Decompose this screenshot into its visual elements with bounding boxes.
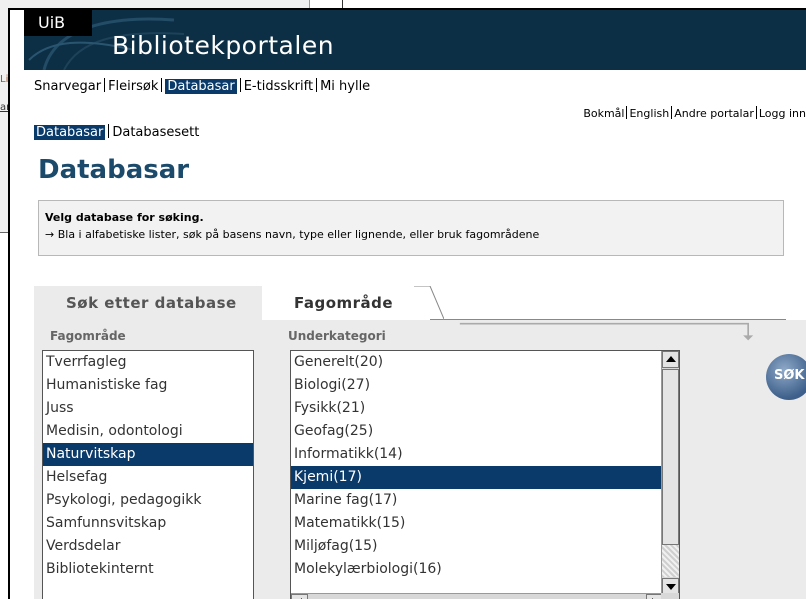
subject-option-humanistiske-fag[interactable]: Humanistiske fag (43, 374, 253, 397)
nav-separator (161, 78, 163, 92)
subcategory-option-matematikk-15[interactable]: Matematikk(15) (291, 512, 679, 535)
sub-nav: Databasar Databasesett (34, 124, 199, 140)
nav-separator (239, 78, 241, 92)
main-nav: Snarvegar Fleirsøk Databasar E-tidsskrift Mi… (34, 78, 370, 94)
subcategory-option-kjemi-17[interactable]: Kjemi(17) (291, 466, 679, 489)
subcategory-option-informatikk-14[interactable]: Informatikk(14) (291, 443, 679, 466)
nav-snarvegar[interactable]: Snarvegar (34, 79, 101, 94)
subject-option-verdsdelar[interactable]: Verdsdelar (43, 535, 253, 558)
subcategory-option-generelt-20[interactable]: Generelt(20) (291, 351, 679, 374)
subcategory-listbox[interactable]: Generelt(20) Biologi(27) Fysikk(21) Geofag(… (290, 350, 680, 599)
nav-separator (671, 106, 673, 119)
subject-option-medisin-odontologi[interactable]: Medisin, odontologi (43, 420, 253, 443)
nav-separator (104, 78, 106, 92)
subject-option-helsefag[interactable]: Helsefag (43, 466, 253, 489)
nav-mi-hylle[interactable]: Mi hylle (320, 79, 370, 94)
subcategory-label: Underkategori (288, 329, 386, 343)
info-box: Velg database for søking. → Bla i alfabe… (38, 200, 784, 256)
vertical-scrollbar[interactable] (661, 351, 679, 595)
subcategory-option-biologi-27[interactable]: Biologi(27) (291, 374, 679, 397)
subcategory-option-molekylærbiologi-16[interactable]: Molekylærbiologi(16) (291, 558, 679, 581)
scrollbar-corner (661, 593, 679, 599)
scroll-left-button[interactable] (291, 594, 308, 599)
info-heading: Velg database for søking. (45, 211, 204, 224)
search-arrow-line (459, 322, 754, 341)
subcategory-option-geofag-25[interactable]: Geofag(25) (291, 420, 679, 443)
portal-banner: UiB Bibliotekportalen (24, 10, 806, 70)
subcategory-option-miljøfag-15[interactable]: Miljøfag(15) (291, 535, 679, 558)
tab-subject-label: Fagområde (294, 294, 394, 312)
nav-e-tidsskrift[interactable]: E-tidsskrift (244, 79, 313, 94)
login-link[interactable]: Logg inn (759, 107, 806, 120)
uib-logo[interactable]: UiB (24, 10, 92, 36)
language-nav: Bokmål English Andre portalar Logg inn (583, 106, 806, 120)
nav-fleirsok[interactable]: Fleirsøk (108, 79, 158, 94)
tab-search-database[interactable]: Søk etter database (34, 286, 262, 320)
nav-separator (755, 106, 757, 119)
scroll-track[interactable] (662, 545, 679, 577)
subject-label: Fagområde (50, 329, 126, 343)
subcategory-options: Generelt(20) Biologi(27) Fysikk(21) Geofag(… (291, 351, 679, 581)
nav-separator (316, 78, 318, 92)
lang-bokmal[interactable]: Bokmål (583, 107, 624, 120)
subject-option-bibliotekinternt[interactable]: Bibliotekinternt (43, 558, 253, 581)
subnav-databasesett[interactable]: Databasesett (112, 125, 199, 140)
subject-option-tverrfagleg[interactable]: Tverrfagleg (43, 351, 253, 374)
horizontal-scrollbar[interactable] (291, 593, 663, 599)
nav-separator (108, 124, 110, 138)
subcategory-option-fysikk-21[interactable]: Fysikk(21) (291, 397, 679, 420)
subnav-databasar[interactable]: Databasar (34, 125, 106, 140)
subcategory-option-marine-fag-17[interactable]: Marine fag(17) (291, 489, 679, 512)
subject-listbox[interactable]: Tverrfagleg Humanistiske fag Juss Medisin, … (42, 350, 254, 599)
other-portals-link[interactable]: Andre portalar (674, 107, 754, 120)
search-button[interactable]: SØK (766, 354, 806, 400)
tab-edge-decoration (414, 286, 444, 320)
nav-databasar[interactable]: Databasar (165, 79, 237, 94)
subject-option-psykologi-pedagogikk[interactable]: Psykologi, pedagogikk (43, 489, 253, 512)
scroll-up-button[interactable] (662, 351, 679, 368)
lang-english[interactable]: English (629, 107, 669, 120)
tab-subject[interactable]: Fagområde (262, 286, 444, 320)
page-title: Databasar (38, 155, 190, 185)
subject-option-juss[interactable]: Juss (43, 397, 253, 420)
browser-window: UiB Bibliotekportalen Snarvegar Fleirsøk D… (8, 8, 806, 599)
portal-title[interactable]: Bibliotekportalen (112, 31, 334, 60)
subject-option-naturvitskap[interactable]: Naturvitskap (43, 443, 253, 466)
scroll-thumb[interactable] (662, 369, 679, 545)
subject-option-samfunnsvitskap[interactable]: Samfunnsvitskap (43, 512, 253, 535)
nav-separator (626, 106, 628, 119)
info-text: → Bla i alfabetiske lister, søk på basen… (45, 228, 540, 241)
tab-bar: Søk etter database Fagområde (34, 286, 806, 320)
